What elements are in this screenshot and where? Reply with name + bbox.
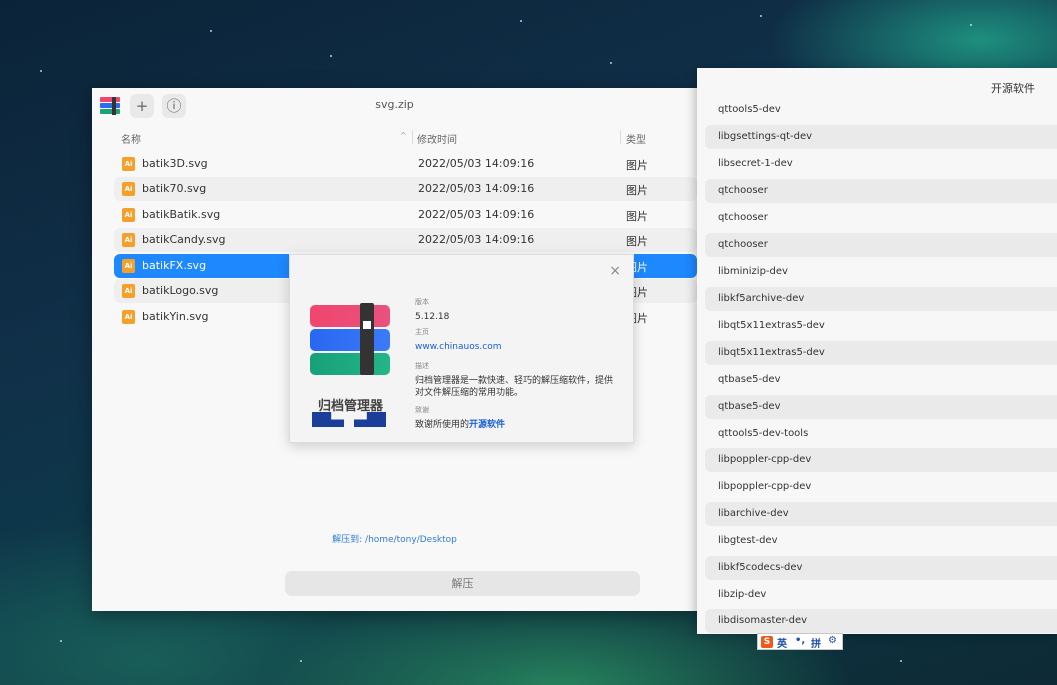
file-modified: 2022/05/03 14:09:16 [418, 157, 535, 170]
file-name: batikCandy.svg [142, 233, 226, 246]
file-type: 图片 [626, 159, 648, 172]
list-item[interactable]: qttools5-dev [705, 98, 1057, 122]
ai-file-icon: Ai [122, 182, 135, 196]
acknowledgement-text: 致谢所使用的 [415, 420, 470, 430]
ime-toolbar: S 英 •, 拼 ⚙ [757, 633, 843, 650]
table-header: 名称 ^ 修改时间 类型 [114, 126, 697, 148]
list-item[interactable]: libqt5x11extras5-dev [705, 314, 1057, 338]
description-text: 归档管理器是一款快速、轻巧的解压缩软件，提供对文件解压缩的常用功能。 [415, 376, 614, 398]
homepage-link[interactable]: www.chinauos.com [415, 341, 620, 353]
extract-path-link[interactable]: 解压到: /home/tony/Desktop [92, 532, 697, 545]
ai-file-icon: Ai [122, 310, 135, 324]
list-item[interactable]: libpoppler-cpp-dev [705, 448, 1057, 472]
list-item[interactable]: libzip-dev [705, 583, 1057, 607]
list-item[interactable]: qttools5-dev-tools [705, 422, 1057, 446]
column-divider[interactable] [620, 130, 621, 144]
archive-manager-logo-icon [310, 303, 390, 377]
list-item[interactable]: qtchooser [705, 206, 1057, 230]
description-label: 描述 [415, 362, 429, 370]
list-item[interactable]: libkf5codecs-dev [705, 556, 1057, 580]
ai-file-icon: Ai [122, 157, 135, 171]
titlebar: + ⓘ svg.zip [92, 88, 697, 124]
deepin-logo-mark [312, 412, 344, 427]
list-item[interactable]: libgtest-dev [705, 529, 1057, 553]
file-type: 图片 [626, 210, 648, 223]
file-name: batikLogo.svg [142, 284, 219, 297]
close-icon[interactable]: × [609, 263, 621, 279]
app-name: 归档管理器 [318, 399, 384, 414]
list-item[interactable]: libsecret-1-dev [705, 152, 1057, 176]
list-item[interactable]: libqt5x11extras5-dev [705, 341, 1057, 365]
file-name: batik70.svg [142, 182, 207, 195]
file-name: batik3D.svg [142, 157, 208, 170]
list-item[interactable]: qtchooser [705, 179, 1057, 203]
table-row[interactable]: Ai batik3D.svg 2022/05/03 14:09:16 图片 [114, 152, 697, 176]
ai-file-icon: Ai [122, 208, 135, 222]
acknowledgement-label: 致谢 [415, 406, 429, 414]
column-divider[interactable] [412, 130, 413, 144]
column-header-name[interactable]: 名称 [121, 131, 141, 146]
list-item[interactable]: libarchive-dev [705, 502, 1057, 526]
list-item[interactable]: libdisomaster-dev [705, 609, 1057, 633]
gear-icon[interactable]: ⚙ [828, 635, 837, 646]
deepin-logo-mark [354, 412, 386, 427]
homepage-label: 主页 [415, 328, 429, 336]
file-type: 图片 [626, 235, 648, 248]
window-title: svg.zip [375, 98, 414, 111]
list-item[interactable]: qtchooser [705, 233, 1057, 257]
file-modified: 2022/05/03 14:09:16 [418, 208, 535, 221]
open-source-panel: 开源软件 qttools5-dev libgsettings-qt-dev li… [697, 68, 1057, 634]
table-row[interactable]: Ai batikCandy.svg 2022/05/03 14:09:16 图片 [114, 228, 697, 252]
sort-chevron-icon: ^ [400, 131, 407, 140]
column-header-type[interactable]: 类型 [626, 131, 646, 146]
ai-file-icon: Ai [122, 284, 135, 298]
ai-file-icon: Ai [122, 233, 135, 247]
open-source-link[interactable]: 开源软件 [469, 420, 505, 430]
extract-button[interactable]: 解压 [285, 571, 640, 596]
file-type: 图片 [626, 184, 648, 197]
ime-mode-toggle[interactable]: 拼 [811, 635, 821, 650]
file-modified: 2022/05/03 14:09:16 [418, 182, 535, 195]
list-item[interactable]: qtbase5-dev [705, 368, 1057, 392]
list-item[interactable]: libminizip-dev [705, 260, 1057, 284]
list-item[interactable]: libpoppler-cpp-dev [705, 475, 1057, 499]
column-header-modified[interactable]: 修改时间 [417, 131, 457, 146]
sogou-logo-icon[interactable]: S [761, 636, 773, 648]
version-label: 版本 [415, 298, 429, 306]
about-dialog: × 归档管理器 版本 5.12.18 主页 www.chinauos.com 描… [289, 254, 634, 443]
panel-title: 开源软件 [991, 82, 1035, 95]
ime-language-toggle[interactable]: 英 [777, 635, 787, 650]
file-name: batikFX.svg [142, 259, 207, 272]
list-item[interactable]: libkf5archive-dev [705, 287, 1057, 311]
table-row[interactable]: Ai batik70.svg 2022/05/03 14:09:16 图片 [114, 177, 697, 201]
file-modified: 2022/05/03 14:09:16 [418, 233, 535, 246]
ime-punctuation-toggle[interactable]: •, [795, 635, 805, 646]
list-item[interactable]: qtbase5-dev [705, 395, 1057, 419]
file-name: batikYin.svg [142, 310, 209, 323]
list-item[interactable]: libgsettings-qt-dev [705, 125, 1057, 149]
file-name: batikBatik.svg [142, 208, 221, 221]
ai-file-icon: Ai [122, 259, 135, 273]
table-row[interactable]: Ai batikBatik.svg 2022/05/03 14:09:16 图片 [114, 203, 697, 227]
version-value: 5.12.18 [415, 312, 450, 322]
